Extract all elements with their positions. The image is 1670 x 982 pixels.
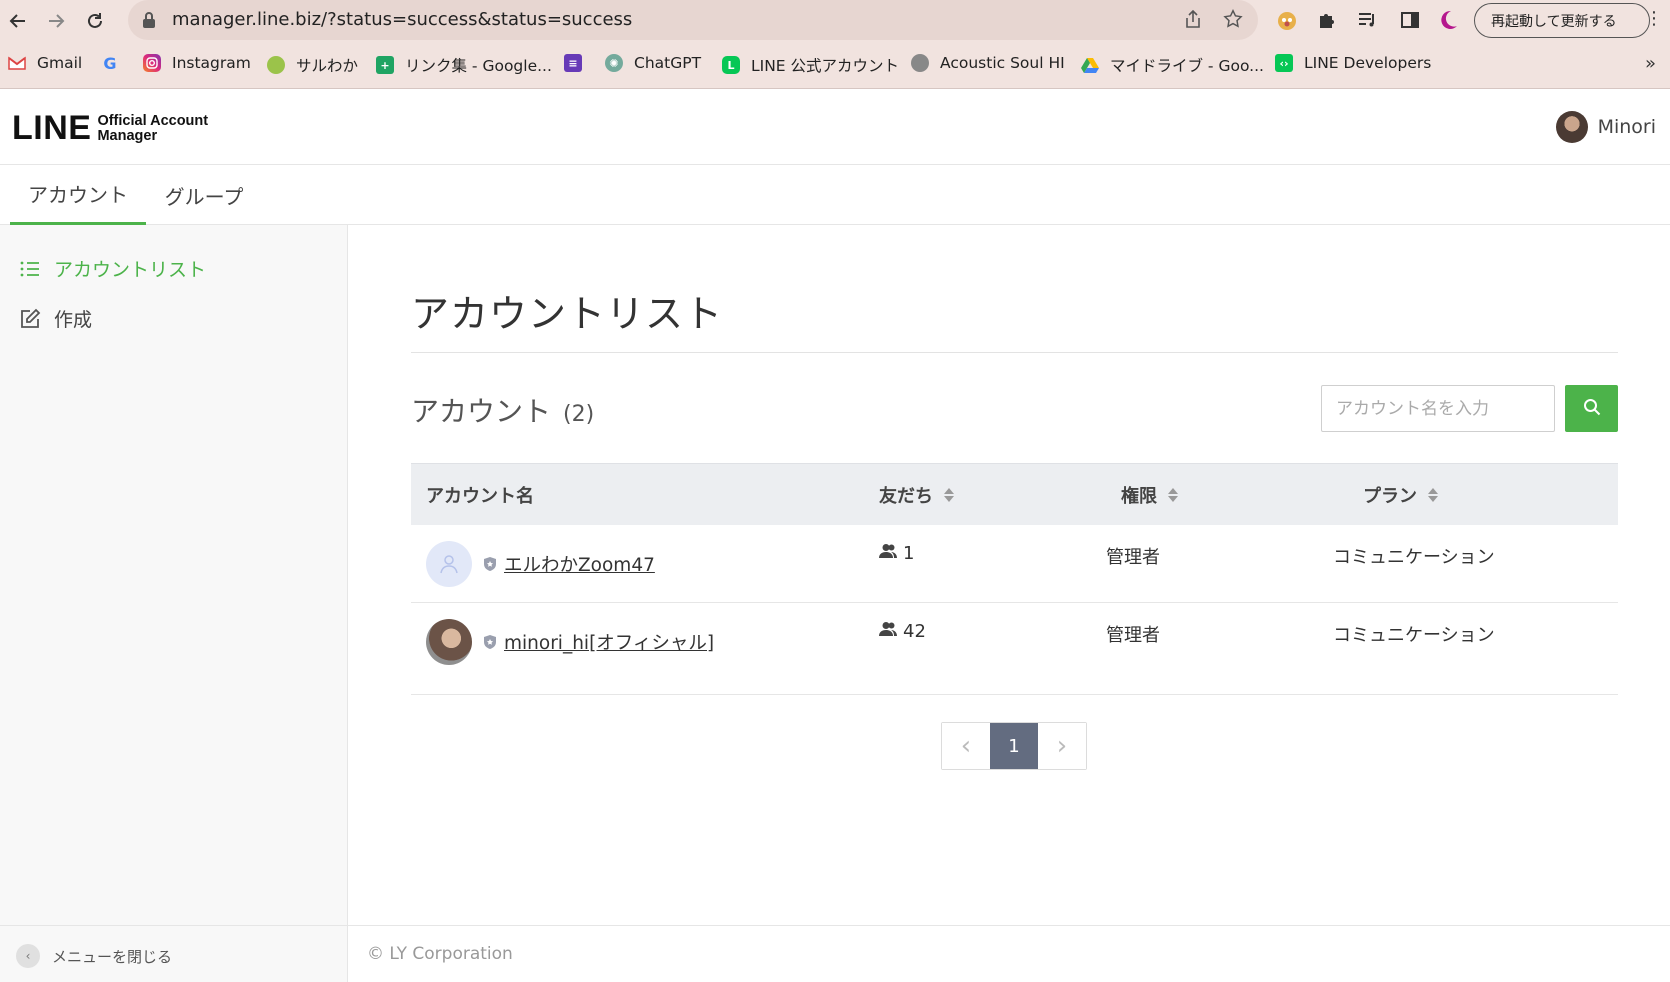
sidebar: アカウントリスト 作成 ‹ メニューを閉じる xyxy=(0,225,348,982)
top-tabs: アカウント グループ xyxy=(0,165,1670,225)
chevron-left-icon: ‹ xyxy=(16,944,40,968)
page-1-button[interactable]: 1 xyxy=(990,723,1038,769)
account-table: アカウント名 友だち 権限 プラン エルわかZoom47 1 管理者 コミュニケ… xyxy=(411,463,1618,695)
section-title: アカウント (2) xyxy=(411,395,595,428)
account-count: (2) xyxy=(563,402,595,427)
close-menu-button[interactable]: ‹ メニューを閉じる xyxy=(16,944,172,968)
bookmark-line-oa[interactable]: L LINE 公式アカウント xyxy=(722,54,899,76)
line-dev-icon: ‹› xyxy=(1275,54,1293,72)
table-row: minori_hi[オフィシャル] 42 管理者 コミュニケーション xyxy=(411,603,1618,695)
friends-count: 1 xyxy=(879,543,914,564)
monkey-extension-icon[interactable] xyxy=(1275,8,1299,32)
role-cell: 管理者 xyxy=(1106,547,1160,568)
list-icon xyxy=(18,257,42,281)
avatar xyxy=(426,619,472,665)
footer: © LY Corporation xyxy=(348,925,1670,982)
bookmark-drive[interactable]: マイドライブ - Goo... xyxy=(1081,54,1264,76)
tab-accounts[interactable]: アカウント xyxy=(10,165,146,225)
sidebar-footer: ‹ メニューを閉じる xyxy=(0,925,347,982)
friends-icon xyxy=(879,621,897,642)
google-icon: G xyxy=(103,53,117,73)
chatgpt-icon: ✺ xyxy=(605,54,623,72)
share-icon[interactable] xyxy=(1184,9,1202,33)
bookmark-gmail[interactable]: Gmail xyxy=(8,54,82,72)
extensions-puzzle-icon[interactable] xyxy=(1315,8,1339,32)
lock-icon xyxy=(142,11,156,33)
column-friends[interactable]: 友だち xyxy=(879,464,955,526)
sidebar-item-label: アカウントリスト xyxy=(54,259,207,281)
pagination: ‹ 1 › xyxy=(941,722,1087,770)
copyright-text: © LY Corporation xyxy=(367,944,513,964)
column-account-name: アカウント名 xyxy=(426,486,534,507)
tab-groups[interactable]: グループ xyxy=(155,165,253,225)
friends-count: 42 xyxy=(879,621,926,642)
sidebar-item-label: 作成 xyxy=(54,309,93,331)
profile-moon-icon[interactable] xyxy=(1436,8,1460,32)
avatar xyxy=(1555,111,1588,143)
bookmark-star-icon[interactable] xyxy=(1222,8,1244,34)
avatar xyxy=(426,541,472,587)
next-page-button[interactable]: › xyxy=(1038,723,1086,769)
browser-toolbar: manager.line.biz/?status=success&status=… xyxy=(0,0,1670,42)
prev-page-button[interactable]: ‹ xyxy=(942,723,990,769)
side-panel-icon[interactable] xyxy=(1398,8,1422,32)
plan-cell: コミュニケーション xyxy=(1333,625,1495,646)
line-oa-manager-logo[interactable]: LINE Official Account Manager xyxy=(12,109,208,148)
bookmark-link-sheet[interactable]: + リンク集 - Google... xyxy=(376,54,552,76)
friends-icon xyxy=(879,543,897,564)
sidebar-item-create[interactable]: 作成 xyxy=(18,305,92,332)
bookmark-instagram[interactable]: Instagram xyxy=(143,54,251,72)
table-row: エルわかZoom47 1 管理者 コミュニケーション xyxy=(411,525,1618,603)
edit-icon xyxy=(18,307,42,331)
reading-list-icon[interactable] xyxy=(1355,8,1379,32)
bookmark-chatgpt[interactable]: ✺ ChatGPT xyxy=(605,54,701,72)
main-content: アカウントリスト アカウント (2) アカウント名 友だち 権限 xyxy=(348,225,1670,982)
bookmark-saruwaka[interactable]: サルわか xyxy=(267,54,358,76)
bookmark-google[interactable]: G xyxy=(101,53,130,73)
sheets-icon: + xyxy=(376,56,394,74)
line-icon: L xyxy=(722,56,740,74)
sort-icon xyxy=(943,487,955,503)
drive-icon xyxy=(1081,56,1099,74)
table-header: アカウント名 友だち 権限 プラン xyxy=(411,463,1618,525)
plan-cell: コミュニケーション xyxy=(1333,547,1495,568)
account-name-link[interactable]: minori_hi[オフィシャル] xyxy=(504,629,714,655)
column-role[interactable]: 権限 xyxy=(1121,464,1179,526)
forms-icon: ≡ xyxy=(564,54,582,72)
sidebar-item-account-list[interactable]: アカウントリスト xyxy=(18,255,206,282)
account-name-link[interactable]: エルわかZoom47 xyxy=(504,551,655,577)
user-name: Minori xyxy=(1597,116,1656,138)
back-icon[interactable] xyxy=(3,6,33,36)
gmail-icon xyxy=(8,54,26,72)
role-cell: 管理者 xyxy=(1106,625,1160,646)
restart-update-button[interactable]: 再起動して更新する xyxy=(1474,3,1650,38)
column-plan[interactable]: プラン xyxy=(1363,464,1439,526)
shield-badge-icon xyxy=(483,556,497,576)
page-title: アカウントリスト xyxy=(411,292,724,336)
reload-icon[interactable] xyxy=(80,6,110,36)
url-text[interactable]: manager.line.biz/?status=success&status=… xyxy=(172,9,632,30)
acoustic-icon xyxy=(911,54,929,72)
bookmark-acoustic[interactable]: Acoustic Soul HI xyxy=(911,54,1065,72)
browser-menu-icon[interactable]: ⋮ xyxy=(1645,8,1663,29)
account-search-input[interactable] xyxy=(1321,385,1555,432)
search-button[interactable] xyxy=(1565,385,1618,432)
instagram-icon xyxy=(143,54,161,72)
app-header: LINE Official Account Manager Minori xyxy=(0,89,1670,165)
saruwaka-icon xyxy=(267,56,285,74)
divider xyxy=(411,352,1618,353)
bookmarks-bar: Gmail G Instagram サルわか + リンク集 - Google..… xyxy=(0,42,1670,89)
sort-icon xyxy=(1167,487,1179,503)
user-menu[interactable]: Minori xyxy=(1555,111,1656,143)
forward-icon[interactable] xyxy=(41,6,71,36)
bookmarks-more-icon[interactable]: » xyxy=(1645,53,1656,74)
shield-badge-icon xyxy=(483,634,497,654)
bookmark-forms[interactable]: ≡ xyxy=(564,54,593,72)
search-icon xyxy=(1583,398,1601,420)
address-bar[interactable]: manager.line.biz/?status=success&status=… xyxy=(128,0,1258,40)
bookmark-line-developers[interactable]: ‹› LINE Developers xyxy=(1275,54,1431,72)
sort-icon xyxy=(1427,487,1439,503)
